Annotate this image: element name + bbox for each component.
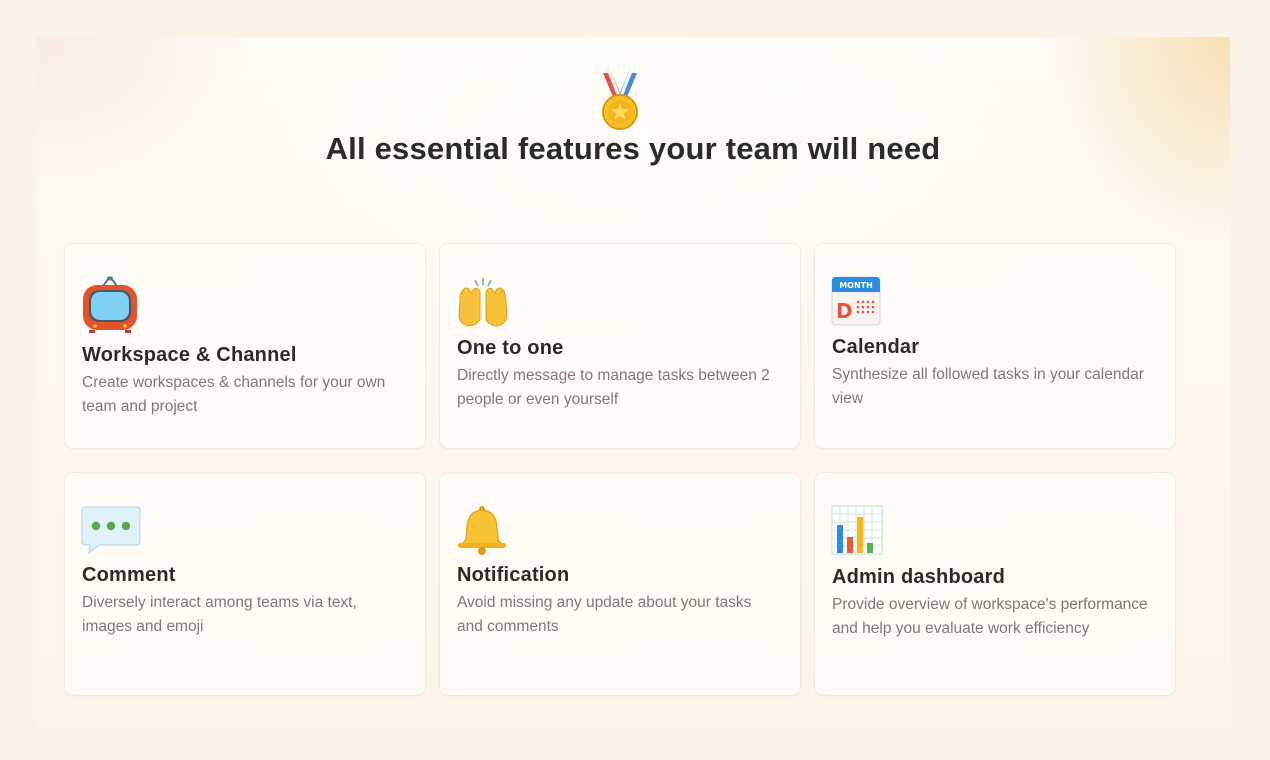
raising-hands-icon xyxy=(458,278,508,327)
feature-card-admin-dashboard: Admin dashboard Provide overview of work… xyxy=(815,473,1175,695)
bar-chart-icon xyxy=(831,505,883,555)
feature-description: Create workspaces & channels for your ow… xyxy=(82,374,386,415)
features-panel: All essential features your team will ne… xyxy=(36,37,1230,727)
feature-card-one-to-one: One to one Directly message to manage ta… xyxy=(440,244,800,448)
page-title: All essential features your team will ne… xyxy=(325,131,941,166)
feature-description: Diversely interact among teams via text,… xyxy=(82,594,357,635)
feature-description: Directly message to manage tasks between… xyxy=(457,367,770,408)
feature-title: One to one xyxy=(457,337,564,359)
feature-description: Avoid missing any update about your task… xyxy=(457,594,752,635)
feature-card-notification: Notification Avoid missing any update ab… xyxy=(440,473,800,695)
feature-title: Workspace & Channel xyxy=(82,344,297,366)
bell-icon xyxy=(458,506,506,555)
speech-bubble-icon xyxy=(81,506,141,555)
feature-description: Provide overview of workspace's performa… xyxy=(832,596,1148,637)
feature-description: Synthesize all followed tasks in your ca… xyxy=(832,366,1144,407)
feature-title: Notification xyxy=(457,564,570,586)
feature-card-calendar: MONTH D Calendar Synthesize all followed… xyxy=(815,244,1175,448)
feature-title: Comment xyxy=(82,564,176,586)
feature-card-workspace-channel: Workspace & Channel Create workspaces & … xyxy=(65,244,425,448)
calendar-icon: MONTH D xyxy=(831,276,881,326)
medal-icon xyxy=(602,73,638,130)
feature-card-comment: Comment Diversely interact among teams v… xyxy=(65,473,425,695)
feature-title: Calendar xyxy=(832,336,920,358)
feature-title: Admin dashboard xyxy=(832,566,1006,588)
calendar-letter-text: D xyxy=(836,299,853,323)
calendar-header-text: MONTH xyxy=(839,281,873,290)
television-icon xyxy=(83,276,137,333)
